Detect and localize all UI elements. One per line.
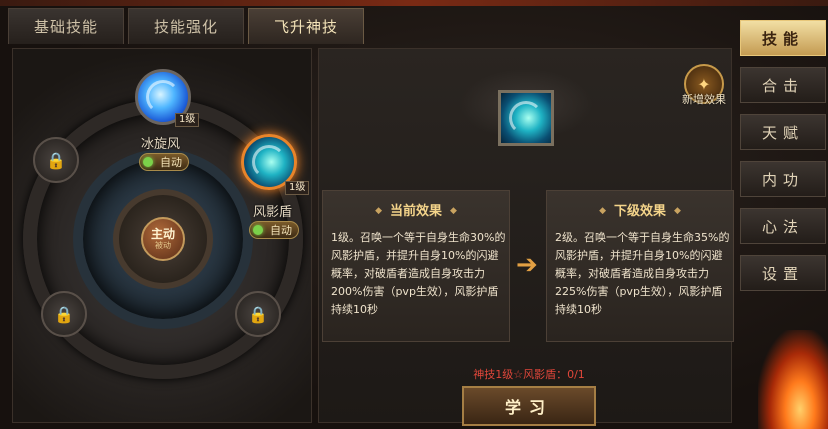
- new-effect-label: 新增效果: [682, 93, 726, 106]
- game-window: 基础技能 技能强化 飞升神技 主动 被动 🔒 🔒 🔒 1级 冰旋风 自动 1级 …: [0, 0, 828, 429]
- side-menu: 技能 合击 天赋 内功 心法 设置: [740, 20, 826, 302]
- current-effect-text: 1级。召唤一个等于自身生命30%的风影护盾，并提升自身10%的闪避概率，对破盾者…: [331, 231, 506, 316]
- side-menu-settings[interactable]: 设置: [740, 255, 826, 291]
- skill-level-badge: 1级: [285, 181, 310, 195]
- tab-basic-skills[interactable]: 基础技能: [8, 8, 124, 44]
- side-menu-skills[interactable]: 技能: [740, 20, 826, 56]
- auto-cast-toggle[interactable]: 自动: [249, 221, 299, 239]
- locked-slot-icon[interactable]: 🔒: [33, 137, 79, 183]
- current-effect-title: ◆ 当前效果 ◆: [375, 204, 457, 219]
- skill-tabs: 基础技能 技能强化 飞升神技: [8, 8, 364, 44]
- diamond-icon: ◆: [375, 206, 382, 216]
- active-passive-toggle[interactable]: 主动 被动: [141, 217, 185, 261]
- current-effect-box: ◆ 当前效果 ◆ 1级。召唤一个等于自身生命30%的风影护盾，并提升自身10%的闪避…: [322, 190, 510, 342]
- top-ornament: [0, 0, 828, 6]
- next-effect-box: ◆ 下级效果 ◆ 2级。召唤一个等于自身生命35%的风影护盾，并提升自身10%的闪避…: [546, 190, 734, 342]
- side-menu-talent[interactable]: 天赋: [740, 114, 826, 150]
- locked-slot-icon[interactable]: 🔒: [235, 291, 281, 337]
- diamond-icon: ◆: [674, 206, 681, 216]
- side-menu-mind-method[interactable]: 心法: [740, 208, 826, 244]
- side-menu-inner-power[interactable]: 内功: [740, 161, 826, 197]
- tab-ascension-skills[interactable]: 飞升神技: [248, 8, 364, 44]
- side-menu-combo[interactable]: 合击: [740, 67, 826, 103]
- active-label: 主动: [150, 226, 175, 241]
- locked-slot-icon[interactable]: 🔒: [41, 291, 87, 337]
- selected-skill-icon: [498, 90, 554, 146]
- next-effect-text: 2级。召唤一个等于自身生命35%的风影护盾，并提升自身10%的闪避概率，对破盾者…: [555, 231, 730, 316]
- skill-wheel-panel: 主动 被动 🔒 🔒 🔒 1级 冰旋风 自动 1级 风影盾 自动: [12, 48, 312, 423]
- arrow-right-icon: ➔: [516, 250, 538, 280]
- learn-progress-text: 神技1级☆风影盾：0/1: [473, 368, 585, 381]
- fire-decoration: [758, 330, 828, 429]
- skill-name: 风影盾: [253, 205, 293, 220]
- skill-level-badge: 1级: [175, 113, 200, 127]
- tab-skill-enhance[interactable]: 技能强化: [128, 8, 244, 44]
- diamond-icon: ◆: [450, 206, 457, 216]
- learn-button[interactable]: 学习: [462, 386, 596, 426]
- next-effect-title: ◆ 下级效果 ◆: [599, 204, 681, 219]
- skill-name: 冰旋风: [141, 137, 181, 152]
- passive-label: 被动: [155, 240, 171, 250]
- diamond-icon: ◆: [599, 206, 606, 216]
- auto-cast-toggle[interactable]: 自动: [139, 153, 189, 171]
